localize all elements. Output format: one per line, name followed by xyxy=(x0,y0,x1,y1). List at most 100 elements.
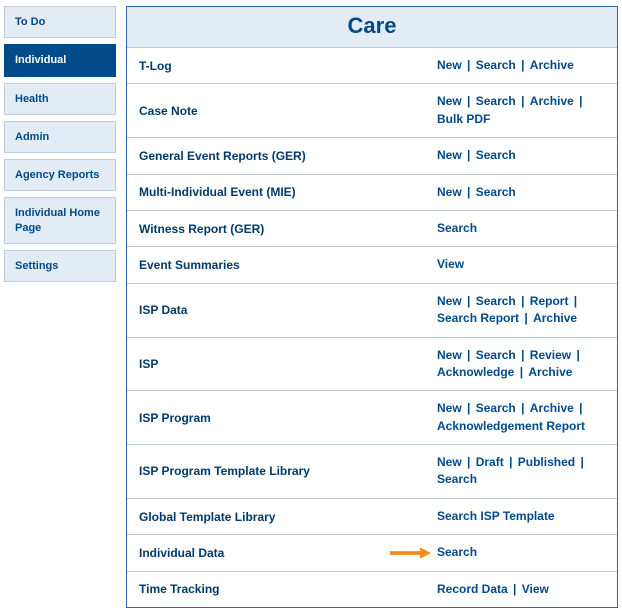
main-panel: Care T-LogNew | Search | ArchiveCase Not… xyxy=(126,6,618,608)
action-link[interactable]: Search xyxy=(437,221,477,235)
module-actions: Search ISP Template xyxy=(437,508,605,525)
separator: | xyxy=(516,294,530,308)
action-link[interactable]: New xyxy=(437,294,462,308)
module-name: ISP Program xyxy=(139,411,389,425)
action-link[interactable]: Search xyxy=(476,401,516,415)
action-link[interactable]: Review xyxy=(530,348,571,362)
module-actions: New | Search xyxy=(437,184,605,201)
module-name: Event Summaries xyxy=(139,258,389,272)
action-link[interactable]: New xyxy=(437,58,462,72)
separator: | xyxy=(462,148,476,162)
action-link[interactable]: Search xyxy=(437,545,477,559)
module-row: General Event Reports (GER) New | Search xyxy=(127,137,617,173)
action-link[interactable]: New xyxy=(437,94,462,108)
action-link[interactable]: Search xyxy=(437,472,477,486)
action-link[interactable]: Archive xyxy=(530,58,574,72)
action-link[interactable]: Acknowledge xyxy=(437,365,514,379)
module-actions: New | Search | Review | Acknowledge | Ar… xyxy=(437,347,605,382)
action-link[interactable]: Search xyxy=(476,148,516,162)
action-link[interactable]: Archive xyxy=(528,365,572,379)
action-link[interactable]: Acknowledgement Report xyxy=(437,419,585,433)
action-link[interactable]: New xyxy=(437,185,462,199)
action-link[interactable]: New xyxy=(437,348,462,362)
module-name: ISP xyxy=(139,357,389,371)
separator: | xyxy=(508,582,522,596)
separator: | xyxy=(571,348,582,362)
module-name: General Event Reports (GER) xyxy=(139,149,389,163)
module-row: ISP Program New | Search | Archive | Ackn… xyxy=(127,390,617,444)
module-row: Global Template Library Search ISP Templa… xyxy=(127,498,617,534)
separator: | xyxy=(516,58,530,72)
module-actions: View xyxy=(437,256,605,273)
separator: | xyxy=(516,94,530,108)
module-row: ISP New | Search | Review | Acknowledge |… xyxy=(127,337,617,391)
module-actions: Search xyxy=(437,544,605,561)
action-link[interactable]: Record Data xyxy=(437,582,508,596)
action-link[interactable]: Search xyxy=(476,294,516,308)
module-name: Case Note xyxy=(139,104,389,118)
module-name: ISP Data xyxy=(139,303,389,317)
arrow-icon xyxy=(389,546,431,560)
module-name: Multi-Individual Event (MIE) xyxy=(139,185,389,199)
action-link[interactable]: New xyxy=(437,148,462,162)
sidebar-item-to-do[interactable]: To Do xyxy=(4,6,116,38)
separator: | xyxy=(462,348,476,362)
module-actions: Search xyxy=(437,220,605,237)
sidebar-item-individual[interactable]: Individual xyxy=(4,44,116,76)
module-name: T-Log xyxy=(139,59,389,73)
module-row: T-Log New | Search | Archive xyxy=(127,47,617,83)
action-link[interactable]: Draft xyxy=(476,455,504,469)
sidebar-item-settings[interactable]: Settings xyxy=(4,250,116,282)
module-name: Witness Report (GER) xyxy=(139,222,389,236)
action-link[interactable]: Search xyxy=(476,348,516,362)
module-row: Individual Data Search xyxy=(127,534,617,570)
sidebar-item-admin[interactable]: Admin xyxy=(4,121,116,153)
module-actions: New | Search xyxy=(437,147,605,164)
module-row: Time TrackingRecord Data | View xyxy=(127,571,617,607)
module-actions: New | Search | Archive | Bulk PDF xyxy=(437,93,605,128)
separator: | xyxy=(516,348,530,362)
page-title: Care xyxy=(127,7,617,47)
separator: | xyxy=(574,94,585,108)
action-link[interactable]: New xyxy=(437,455,462,469)
action-link[interactable]: New xyxy=(437,401,462,415)
separator: | xyxy=(462,294,476,308)
module-name: Global Template Library xyxy=(139,510,389,524)
action-link[interactable]: Archive xyxy=(530,94,574,108)
action-link[interactable]: Search Report xyxy=(437,311,519,325)
action-link[interactable]: Search xyxy=(476,94,516,108)
sidebar-item-individual-home-page[interactable]: Individual Home Page xyxy=(4,197,116,244)
arrow-col xyxy=(389,546,437,560)
action-link[interactable]: Bulk PDF xyxy=(437,112,490,126)
sidebar-item-agency-reports[interactable]: Agency Reports xyxy=(4,159,116,191)
separator: | xyxy=(574,401,585,415)
separator: | xyxy=(575,455,586,469)
separator: | xyxy=(514,365,528,379)
action-link[interactable]: Archive xyxy=(533,311,577,325)
action-link[interactable]: Published xyxy=(518,455,575,469)
module-row: Witness Report (GER) Search xyxy=(127,210,617,246)
action-link[interactable]: Search xyxy=(476,58,516,72)
separator: | xyxy=(462,94,476,108)
action-link[interactable]: Search xyxy=(476,185,516,199)
separator: | xyxy=(462,455,476,469)
sidebar: To Do Individual Health Admin Agency Reports… xyxy=(4,6,116,288)
module-row: ISP Program Template LibraryNew | Draft … xyxy=(127,444,617,498)
module-actions: New | Search | Archive xyxy=(437,57,605,74)
module-actions: New | Search | Archive | Acknowledgement… xyxy=(437,400,605,435)
module-actions: New | Search | Report | Search Report | … xyxy=(437,293,605,328)
action-link[interactable]: Archive xyxy=(530,401,574,415)
action-link[interactable]: Report xyxy=(530,294,569,308)
module-row: Case Note New | Search | Archive | Bulk P… xyxy=(127,83,617,137)
action-link[interactable]: View xyxy=(522,582,549,596)
action-link[interactable]: View xyxy=(437,257,464,271)
sidebar-item-health[interactable]: Health xyxy=(4,83,116,115)
separator: | xyxy=(568,294,579,308)
module-name: ISP Program Template Library xyxy=(139,464,389,478)
separator: | xyxy=(519,311,533,325)
action-link[interactable]: Search ISP Template xyxy=(437,509,555,523)
module-actions: Record Data | View xyxy=(437,581,605,598)
module-name: Individual Data xyxy=(139,546,389,560)
module-row: Multi-Individual Event (MIE) New | Search xyxy=(127,174,617,210)
module-row: ISP Data New | Search | Report | Search R… xyxy=(127,283,617,337)
